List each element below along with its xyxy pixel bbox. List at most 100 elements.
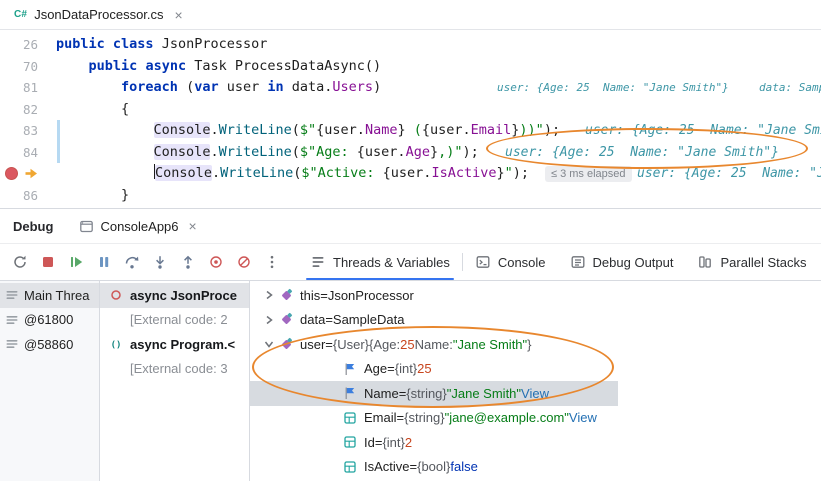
code-text: { (121, 100, 130, 117)
variable-text: Email (364, 410, 397, 426)
pause-icon[interactable] (90, 250, 118, 274)
field-icon (342, 434, 358, 450)
variable-row[interactable]: IsActive = {bool} false (250, 455, 821, 480)
inline-debug-hint: data: SampleData (759, 81, 821, 94)
variable-row[interactable]: Id = {int} 2 (250, 430, 821, 455)
file-tab-jsondataprocessor[interactable]: C# JsonDataProcessor.cs × (0, 0, 195, 29)
variable-text: user (300, 336, 326, 352)
session-tab-label: ConsoleApp6 (100, 218, 179, 234)
step-out-icon[interactable] (174, 250, 202, 274)
inline-debug-hint: user: {Age: 25 Name: "Jane Smith"} (505, 144, 779, 160)
chevron-right-icon[interactable] (260, 287, 278, 303)
variable-text: 25 (400, 336, 415, 352)
tab-parallel-stacks[interactable]: Parallel Stacks (685, 244, 818, 280)
thread-row[interactable]: Main Threa (0, 283, 99, 308)
chevron-down-icon[interactable] (260, 336, 278, 352)
debug-panel-header: Debug ConsoleApp6 × (0, 209, 821, 244)
variable-text: = (320, 287, 328, 303)
variable-row[interactable]: user = {User} {Age: 25 Name: "Jane Smith… (250, 332, 821, 357)
tab-consoleapp6[interactable]: ConsoleApp6 × (73, 209, 202, 243)
variable-text: = (398, 385, 407, 401)
line-number[interactable]: 86 (0, 185, 56, 207)
debug-toolbar-actions (6, 250, 286, 274)
frame-row[interactable]: async JsonProce (100, 283, 249, 308)
line-number[interactable]: 70 (0, 56, 56, 78)
view-link[interactable]: View (521, 386, 549, 401)
threads-icon (310, 254, 326, 270)
variable-text: {string} (406, 385, 447, 401)
frame-label: async JsonProce (130, 287, 237, 303)
console-icon (475, 254, 491, 270)
variable-text: false (450, 459, 478, 475)
thread-label: @61800 (24, 312, 74, 328)
line-number[interactable]: 83 (0, 120, 56, 142)
variable-row[interactable]: Age = {int} 25 (250, 357, 821, 382)
thread-icon (4, 312, 20, 328)
frame-row[interactable]: () async Program.< (100, 332, 249, 357)
line-number[interactable]: 26 (0, 34, 56, 56)
code-text: public async Task ProcessDataAsync() (88, 57, 382, 74)
inline-debug-hint: user: {Age: 25 Name: "Jane Smith"} (585, 123, 821, 138)
close-icon[interactable]: × (189, 219, 197, 233)
step-into-icon[interactable] (146, 250, 174, 274)
object-icon (278, 312, 294, 328)
variable-row[interactable]: data = SampleData (250, 308, 821, 333)
variable-text: {bool} (417, 459, 451, 475)
svg-text:(): () (111, 341, 122, 351)
view-link[interactable]: View (569, 410, 597, 425)
line-number[interactable]: 84 (0, 142, 56, 164)
frame-label: [External code: 3 (130, 361, 228, 377)
more-options-icon[interactable] (258, 250, 286, 274)
thread-label: Main Threa (24, 287, 90, 303)
thread-label: @58860 (24, 336, 74, 352)
view-breakpoints-icon[interactable] (202, 250, 230, 274)
thread-icon (4, 336, 20, 352)
file-tab-title: JsonDataProcessor.cs (34, 7, 164, 22)
close-icon[interactable]: × (175, 8, 183, 22)
code-line[interactable]: 26 public class JsonProcessor (0, 34, 821, 56)
threads-list: Main Threa @61800 @58860 (0, 281, 100, 481)
ide-window: C# JsonDataProcessor.cs × 26 public class… (0, 0, 821, 481)
tab-console[interactable]: Console (463, 244, 558, 280)
line-number[interactable]: 82 (0, 99, 56, 121)
code-line[interactable]: 70 public async Task ProcessDataAsync() (0, 56, 821, 78)
editor-gutter[interactable] (0, 163, 56, 185)
code-text: public class JsonProcessor (56, 36, 268, 52)
code-line[interactable]: 84 Console.WriteLine($"Age: {user.Age},)… (0, 142, 821, 164)
variable-row[interactable]: Name = {string} "Jane Smith" View (250, 381, 821, 406)
line-number[interactable]: 81 (0, 77, 56, 99)
variable-row[interactable]: Email = {string} "jane@example.com" View (250, 406, 821, 431)
code-line[interactable]: Console.WriteLine($"Active: {user.IsActi… (0, 163, 821, 185)
variable-text: "jane@example.com" (444, 410, 569, 426)
variable-row[interactable]: this = JsonProcessor (250, 283, 821, 308)
variable-text: = (325, 336, 333, 352)
frame-row[interactable]: [External code: 3 (100, 357, 249, 382)
thread-row[interactable]: @61800 (0, 308, 99, 333)
debug-output-icon (570, 254, 586, 270)
debug-panel: Debug ConsoleApp6 × Threads & Variables C… (0, 208, 821, 481)
chevron-right-icon[interactable] (260, 312, 278, 328)
variables-tree: this = JsonProcessor data = SampleData use… (250, 281, 821, 481)
tab-label: Threads & Variables (333, 254, 450, 270)
variable-text: {string} (404, 410, 445, 426)
resume-icon[interactable] (62, 250, 90, 274)
frame-row[interactable]: [External code: 2 (100, 308, 249, 333)
execution-pointer-icon (24, 166, 39, 181)
thread-row[interactable]: @58860 (0, 332, 99, 357)
editor-code-area[interactable]: 26 public class JsonProcessor 70 public as… (0, 30, 821, 208)
code-line[interactable]: 86 } (0, 185, 821, 207)
tab-threads-variables[interactable]: Threads & Variables (298, 244, 462, 280)
rerun-icon[interactable] (6, 250, 34, 274)
code-line[interactable]: 82 { (0, 99, 821, 121)
breakpoint-icon[interactable] (5, 167, 18, 180)
code-line[interactable]: 81 foreach (var user in data.Users) user:… (0, 77, 821, 99)
variable-text: Name (364, 385, 399, 401)
mute-breakpoints-icon[interactable] (230, 250, 258, 274)
variable-text: = (387, 361, 395, 377)
variable-text: = (325, 312, 333, 328)
step-over-icon[interactable] (118, 250, 146, 274)
variable-text: data (300, 312, 326, 328)
stop-icon[interactable] (34, 250, 62, 274)
code-line[interactable]: 83 Console.WriteLine($"{user.Name} ({use… (0, 120, 821, 142)
tab-debug-output[interactable]: Debug Output (558, 244, 686, 280)
